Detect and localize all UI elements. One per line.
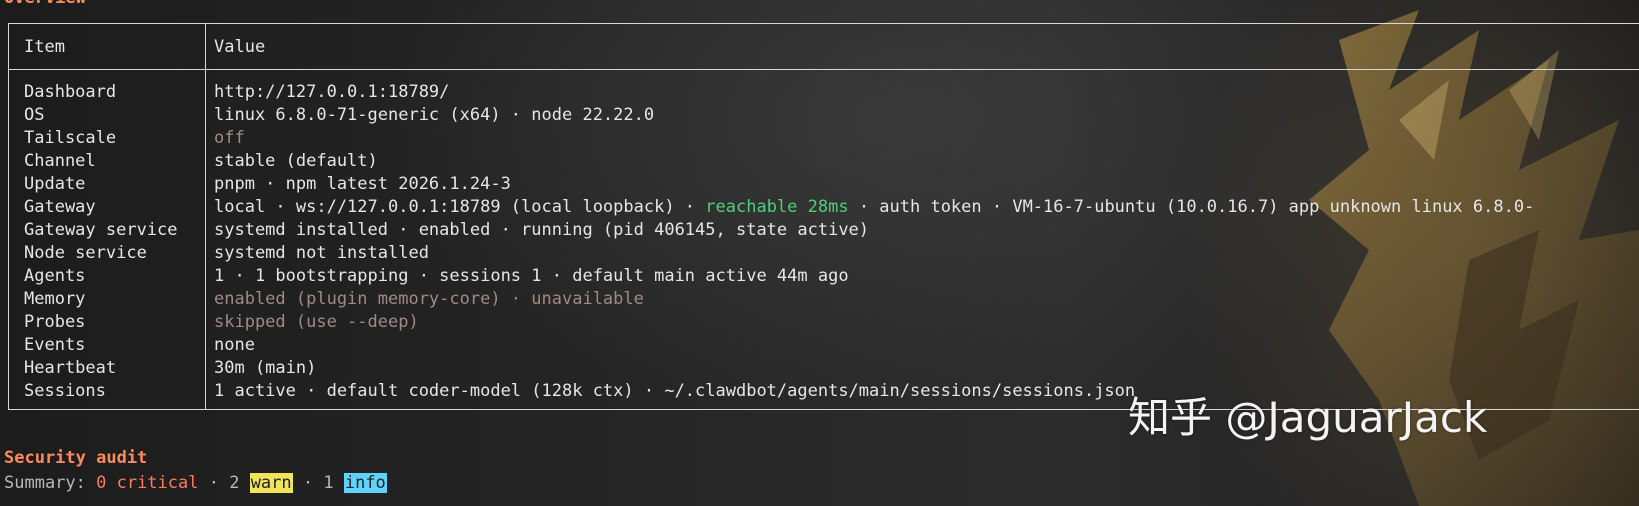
gateway-prefix: local · ws://127.0.0.1:18789 (local loop… <box>214 197 706 217</box>
separator: · <box>292 473 324 493</box>
row-key: Memory <box>24 289 86 309</box>
row-value: none <box>214 335 255 355</box>
row-key: Gateway <box>24 197 96 217</box>
row-value: skipped (use --deep) <box>214 312 419 332</box>
row-key: Probes <box>24 312 86 332</box>
row-key: Dashboard <box>24 82 117 102</box>
row-key: Sessions <box>24 381 106 401</box>
security-summary: Summary: 0 critical · 2 warn · 1 info <box>4 472 387 495</box>
row-key: OS <box>24 105 45 125</box>
table-row-gateway: Gateway local · ws://127.0.0.1:18789 (lo… <box>9 196 1639 219</box>
row-value: 1 · 1 bootstrapping · sessions 1 · defau… <box>214 266 849 286</box>
warn-badge: warn <box>249 473 293 493</box>
table-row-heartbeat: Heartbeat 30m (main) <box>9 357 1639 380</box>
row-key: Events <box>24 335 86 355</box>
table-row-update: Update pnpm · npm latest 2026.1.24-3 <box>9 173 1639 196</box>
warn-count: 2 <box>229 473 250 493</box>
row-value: systemd installed · enabled · running (p… <box>214 220 870 240</box>
row-value: stable (default) <box>214 151 378 171</box>
separator: · <box>198 473 230 493</box>
overview-section-title: Overview <box>4 0 86 8</box>
row-key: Heartbeat <box>24 358 117 378</box>
info-count: 1 <box>323 473 344 493</box>
row-value: pnpm · npm latest 2026.1.24-3 <box>214 174 511 194</box>
row-key: Channel <box>24 151 96 171</box>
table-row-events: Events none <box>9 334 1639 357</box>
table-row-probes: Probes skipped (use --deep) <box>9 311 1639 334</box>
row-value: 1 active · default coder-model (128k ctx… <box>214 381 1136 401</box>
row-value: local · ws://127.0.0.1:18789 (local loop… <box>214 196 1534 219</box>
header-divider <box>9 69 1639 70</box>
table-row-dashboard: Dashboard http://127.0.0.1:18789/ <box>9 81 1639 104</box>
table-row-channel: Channel stable (default) <box>9 150 1639 173</box>
row-key: Agents <box>24 266 86 286</box>
row-key: Update <box>24 174 86 194</box>
zhihu-watermark: 知乎 @JaguarJack <box>1128 393 1488 442</box>
table-row-os: OS linux 6.8.0-71-generic (x64) · node 2… <box>9 104 1639 127</box>
column-header-item: Item <box>24 37 65 57</box>
row-value: 30m (main) <box>214 358 317 378</box>
overview-rows: Dashboard http://127.0.0.1:18789/ OS lin… <box>9 81 1639 403</box>
row-value: enabled (plugin memory-core) · unavailab… <box>214 289 644 309</box>
table-row-memory: Memory enabled (plugin memory-core) · un… <box>9 288 1639 311</box>
table-row-agents: Agents 1 · 1 bootstrapping · sessions 1 … <box>9 265 1639 288</box>
info-badge: info <box>343 473 387 493</box>
row-value: systemd not installed <box>214 243 429 263</box>
row-value: linux 6.8.0-71-generic (x64) · node 22.2… <box>214 105 655 125</box>
table-row-node-service: Node service systemd not installed <box>9 242 1639 265</box>
row-key: Gateway service <box>24 220 178 240</box>
row-key: Tailscale <box>24 128 117 148</box>
row-key: Node service <box>24 243 147 263</box>
gateway-status: reachable 28ms <box>705 197 849 217</box>
table-row-gateway-service: Gateway service systemd installed · enab… <box>9 219 1639 242</box>
critical-count: 0 critical <box>96 473 199 493</box>
summary-label: Summary: <box>4 473 97 493</box>
dashboard-url-link[interactable]: http://127.0.0.1:18789/ <box>214 81 449 104</box>
security-section-title: Security audit <box>4 448 148 468</box>
row-value: off <box>214 128 245 148</box>
column-header-value: Value <box>214 37 266 57</box>
overview-table: Item Value Dashboard http://127.0.0.1:18… <box>8 23 1639 410</box>
table-row-tailscale: Tailscale off <box>9 127 1639 150</box>
gateway-suffix: · auth token · VM-16-7-ubuntu (10.0.16.7… <box>848 197 1535 217</box>
